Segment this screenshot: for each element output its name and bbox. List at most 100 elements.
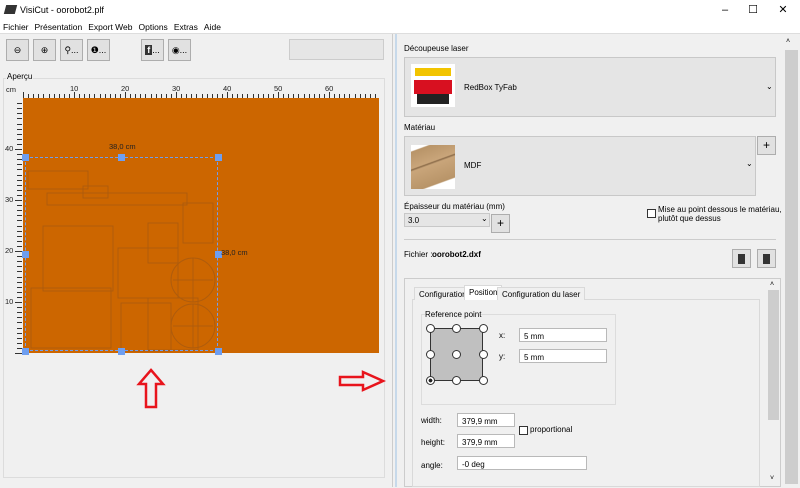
ruler-tick [17, 291, 22, 293]
scroll-up-icon[interactable]: ˄ [786, 38, 790, 45]
tab-laser-configuration[interactable]: Configuration du laser [497, 287, 586, 300]
laser-image [411, 64, 455, 107]
ruler-tick [17, 322, 22, 324]
resize-handle-tl[interactable] [22, 154, 29, 161]
angle-input[interactable]: -0 deg [457, 456, 587, 470]
file-add-icon [738, 254, 745, 264]
ref-radio-bottom-right[interactable] [479, 376, 488, 385]
menu-fichier[interactable]: Fichier [3, 22, 29, 32]
ref-radio-top-right[interactable] [479, 324, 488, 333]
zoom-100-button[interactable]: ❶... [87, 39, 110, 61]
file-remove-icon [763, 254, 770, 264]
resize-handle-l[interactable] [22, 251, 29, 258]
ref-radio-top[interactable] [452, 324, 461, 333]
ruler-tick [17, 133, 22, 135]
title-bar: VisiCut - oorobot2.plf – ☐ ✕ [0, 0, 800, 21]
ref-radio-bottom[interactable] [452, 376, 461, 385]
y-input[interactable]: 5 mm [519, 349, 607, 363]
x-tick-label: 10 [70, 84, 79, 93]
resize-handle-t[interactable] [118, 154, 125, 161]
ruler-tick [17, 210, 22, 212]
x-input[interactable]: 5 mm [519, 328, 607, 342]
qr-button[interactable]: ◉... [168, 39, 191, 61]
thickness-select[interactable]: 3.0 ⌄ [404, 213, 490, 227]
menu-aide[interactable]: Aide [204, 22, 221, 32]
add-material-button[interactable]: + [757, 136, 776, 155]
properties-scrollbar[interactable]: ˄ ˅ [766, 279, 781, 488]
ruler-tick [17, 174, 22, 176]
laser-select[interactable]: RedBox TyFab ⌄ [404, 57, 776, 117]
remove-file-button[interactable] [757, 249, 776, 268]
ruler-tick [17, 317, 22, 319]
angle-label: angle: [421, 461, 443, 470]
minimize-button[interactable]: – [710, 0, 740, 21]
file-name: oorobot2.dxf [432, 250, 481, 259]
selection-box[interactable] [25, 157, 218, 351]
scroll-up-icon[interactable]: ˄ [770, 281, 774, 288]
ruler-tick [17, 245, 22, 247]
ruler-tick [15, 353, 22, 354]
focus-checkbox[interactable] [647, 209, 656, 218]
status-field [289, 39, 384, 60]
add-thickness-button[interactable]: + [491, 214, 510, 233]
scrollbar-thumb[interactable] [768, 290, 779, 420]
window-title: VisiCut - oorobot2.plf [20, 5, 104, 15]
ruler-tick [17, 220, 22, 222]
right-arrow-icon [338, 370, 387, 392]
resize-handle-br[interactable] [215, 348, 222, 355]
ref-radio-bottom-left[interactable] [426, 376, 435, 385]
ref-radio-center[interactable] [452, 350, 461, 359]
qr-icon: ◉ [171, 45, 180, 55]
zoom-100-icon: ❶ [90, 45, 99, 55]
ruler-tick [17, 276, 22, 278]
ref-radio-left[interactable] [426, 350, 435, 359]
ruler-tick [15, 251, 22, 252]
ruler-tick [17, 128, 22, 130]
menu-options[interactable]: Options [139, 22, 168, 32]
close-button[interactable]: ✕ [768, 0, 798, 21]
ruler-tick [17, 164, 22, 166]
x-tick-label: 50 [274, 84, 283, 93]
tab-configuration[interactable]: Configuration [414, 287, 472, 300]
width-label: width: [421, 416, 442, 425]
zoom-fit-button[interactable]: ⚲... [60, 39, 83, 61]
proportional-checkbox[interactable] [519, 426, 528, 435]
height-dimension: 38,0 cm [221, 248, 248, 257]
laser-value: RedBox TyFab [464, 83, 517, 92]
maximize-button[interactable]: ☐ [738, 0, 768, 21]
ruler-tick [17, 194, 22, 196]
zoom-in-button[interactable]: ⊕ [33, 39, 56, 61]
zoom-out-button[interactable]: ⊖ [6, 39, 29, 61]
laser-label: Découpeuse laser [404, 44, 469, 53]
scrollbar[interactable]: ˄ [783, 34, 800, 487]
menu-extras[interactable]: Extras [174, 22, 198, 32]
add-file-button[interactable] [732, 249, 751, 268]
material-select[interactable]: MDF ⌄ [404, 136, 756, 196]
ruler-tick [17, 143, 22, 145]
thickness-value: 3.0 [408, 216, 420, 225]
ruler-tick [17, 342, 22, 344]
resize-handle-bl[interactable] [22, 348, 29, 355]
zoom-in-icon: ⊕ [40, 45, 49, 55]
height-input[interactable]: 379,9 mm [457, 434, 515, 448]
y-tick-label: 20 [5, 246, 14, 255]
ref-radio-right[interactable] [479, 350, 488, 359]
ruler-tick [17, 108, 22, 110]
up-arrow-icon [136, 368, 166, 409]
ref-radio-top-left[interactable] [426, 324, 435, 333]
y-label: y: [499, 352, 506, 361]
menu-presentation[interactable]: Présentation [35, 22, 83, 32]
scroll-down-icon[interactable]: ˅ [770, 475, 774, 482]
width-input[interactable]: 379,9 mm [457, 413, 515, 427]
resize-handle-tr[interactable] [215, 154, 222, 161]
resize-handle-b[interactable] [118, 348, 125, 355]
y-tick-label: 30 [5, 195, 14, 204]
scrollbar-thumb[interactable] [785, 50, 798, 484]
app-icon [3, 5, 18, 14]
menu-export-web[interactable]: Export Web [88, 22, 132, 32]
facebook-button[interactable]: f... [141, 39, 164, 61]
x-tick-label: 40 [223, 84, 232, 93]
ruler-tick [17, 184, 22, 186]
material-value: MDF [464, 161, 482, 170]
ruler-tick [17, 113, 22, 115]
